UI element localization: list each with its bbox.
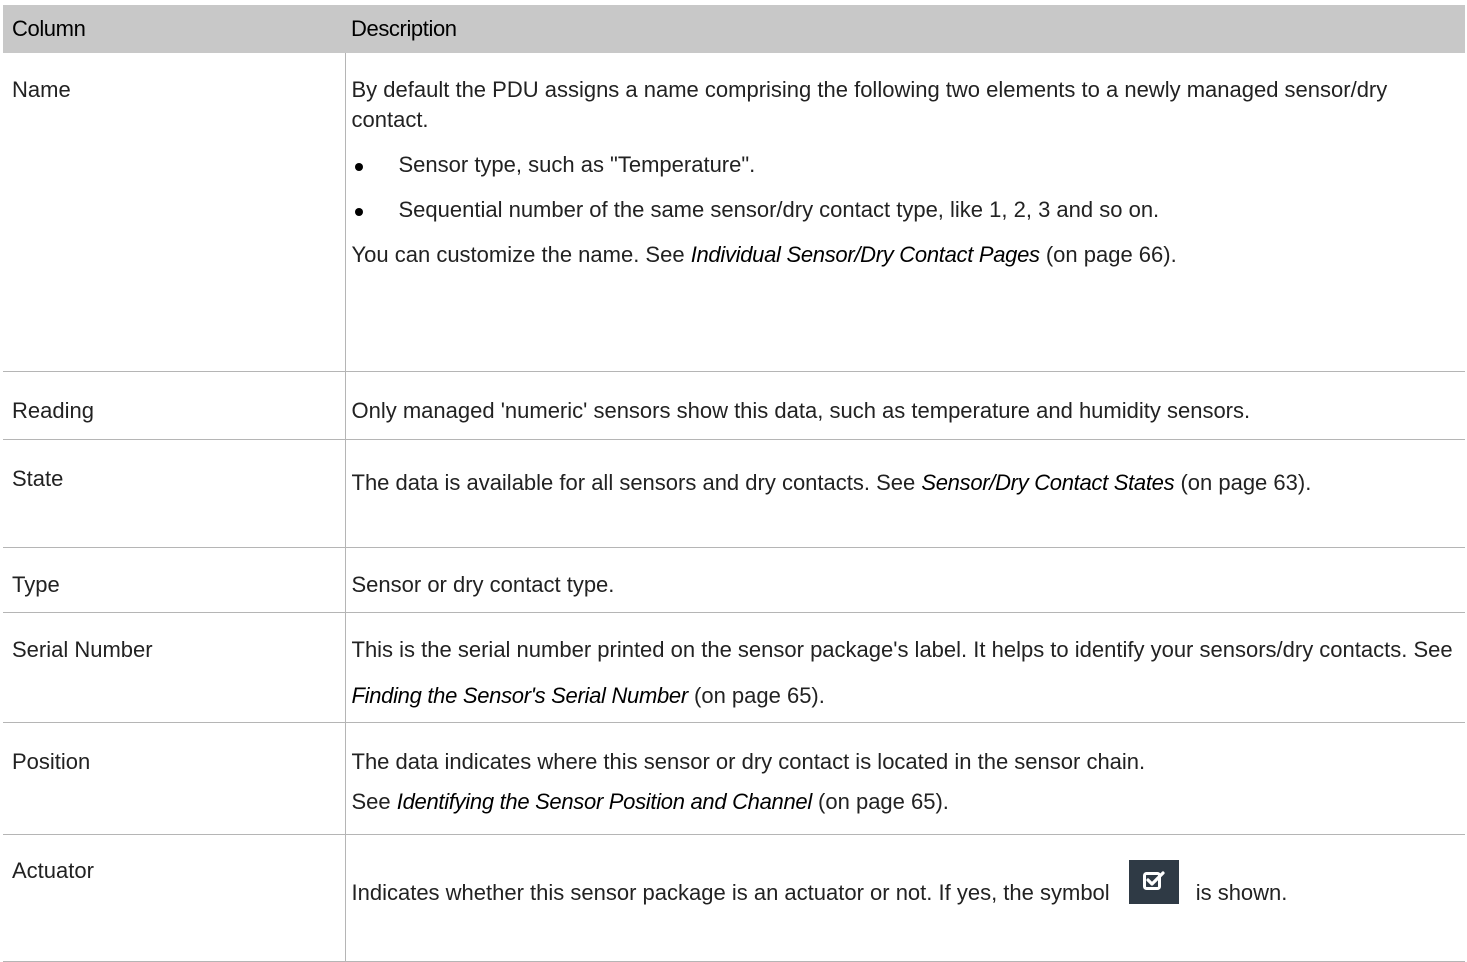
name-bullet-list: Sensor type, such as "Temperature". Sequ… [352, 150, 1462, 225]
name-intro: By default the PDU assigns a name compri… [351, 77, 1388, 132]
bullet-dot [354, 163, 363, 171]
list-item: Sensor type, such as "Temperature". [352, 150, 1462, 180]
sensor-columns-table: Column Description Name By default the P… [3, 5, 1465, 962]
table-row-actuator: Actuator Indicates whether this sensor p… [3, 834, 1465, 962]
table-row-name: Name By default the PDU assigns a name c… [3, 53, 1465, 372]
reading-description: Only managed 'numeric' sensors show this… [351, 398, 1251, 423]
row-label: Reading [12, 398, 94, 423]
table-header-row: Column Description [3, 5, 1465, 53]
table-row-position: Position The data indicates where this s… [3, 722, 1465, 835]
row-label: Position [12, 749, 91, 774]
table-row-serial-number: Serial Number This is the serial number … [3, 612, 1465, 723]
xref-link[interactable]: Sensor/Dry Contact States [921, 470, 1174, 495]
table-row-type: Type Sensor or dry contact type. [3, 547, 1465, 613]
xref-link[interactable]: Finding the Sensor's Serial Number [352, 683, 689, 708]
header-column: Column [3, 5, 345, 53]
state-description: The data is available for all sensors an… [351, 470, 1312, 495]
list-item: Sequential number of the same sensor/dry… [352, 195, 1462, 225]
type-description: Sensor or dry contact type. [351, 572, 615, 597]
table-row-state: State The data is available for all sens… [3, 439, 1465, 548]
xref-link[interactable]: Identifying the Sensor Position and Chan… [397, 789, 812, 814]
bullet-dot [354, 208, 363, 216]
row-label: Serial Number [12, 637, 153, 662]
name-outro: You can customize the name. See Individu… [351, 242, 1177, 267]
checkbox-checked-icon [1128, 860, 1179, 904]
row-label: Actuator [12, 858, 94, 883]
position-line1: The data indicates where this sensor or … [351, 749, 1146, 774]
actuator-description: Indicates whether this sensor package is… [352, 827, 1462, 916]
position-line2: See Identifying the Sensor Position and … [351, 789, 949, 814]
row-label: State [12, 466, 64, 491]
header-description: Description [345, 5, 1465, 53]
row-label: Type [12, 572, 60, 597]
row-label: Name [12, 77, 71, 102]
xref-link[interactable]: Individual Sensor/Dry Contact Pages [691, 242, 1040, 267]
table-row-reading: Reading Only managed 'numeric' sensors s… [3, 371, 1465, 440]
serial-description: This is the serial number printed on the… [351, 637, 1453, 708]
